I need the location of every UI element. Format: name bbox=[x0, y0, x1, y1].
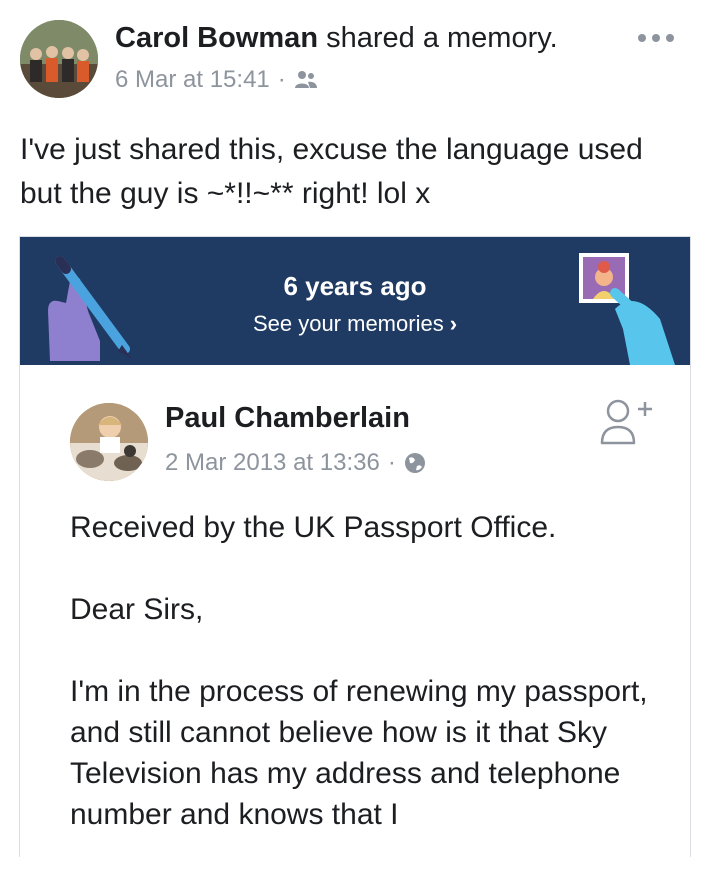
shared-paragraph: Dear Sirs, bbox=[70, 593, 204, 626]
see-memories-label: See your memories bbox=[252, 311, 444, 336]
avatar[interactable] bbox=[20, 20, 98, 98]
shared-post-body: Received by the UK Passport Office. Dear… bbox=[70, 507, 660, 876]
add-friend-icon[interactable] bbox=[598, 397, 658, 452]
author-line: Carol Bowman shared a memory. bbox=[115, 22, 558, 55]
memory-banner[interactable]: 6 years ago See your memories › bbox=[20, 237, 690, 365]
child-with-dog-photo-icon bbox=[70, 403, 148, 481]
post-text: I've just shared this, excuse the langua… bbox=[20, 133, 643, 210]
author-name[interactable]: Carol Bowman bbox=[115, 22, 318, 54]
shared-post-meta: 2 Mar 2013 at 13:36 · bbox=[165, 449, 426, 477]
meta-separator: · bbox=[277, 66, 286, 93]
globe-icon[interactable] bbox=[404, 452, 426, 474]
post-header: Carol Bowman shared a memory. 6 Mar at 1… bbox=[0, 0, 708, 110]
post-action-text: shared a memory. bbox=[326, 22, 558, 54]
shared-paragraph: Received by the UK Passport Office. bbox=[70, 511, 557, 544]
post-timestamp[interactable]: 6 Mar at 15:41 bbox=[115, 66, 270, 94]
hand-photo-illustration-icon bbox=[579, 253, 675, 365]
shared-post-timestamp[interactable]: 2 Mar 2013 at 13:36 bbox=[165, 449, 380, 477]
more-options-icon[interactable] bbox=[638, 28, 682, 48]
meta-separator: · bbox=[387, 449, 396, 476]
chevron-right-icon: › bbox=[449, 311, 458, 336]
avatar[interactable] bbox=[70, 403, 148, 481]
post-meta: 6 Mar at 15:41 · bbox=[115, 66, 318, 94]
hand-pencil-illustration-icon bbox=[48, 256, 132, 361]
memory-card: 6 years ago See your memories › Paul Cham… bbox=[19, 236, 691, 857]
group-photo-icon bbox=[20, 20, 98, 98]
friends-icon[interactable] bbox=[294, 70, 318, 90]
shared-author-name[interactable]: Paul Chamberlain bbox=[165, 402, 410, 435]
person-plus-icon bbox=[600, 399, 652, 445]
shared-paragraph: I'm in the process of renewing my passpo… bbox=[70, 675, 648, 831]
